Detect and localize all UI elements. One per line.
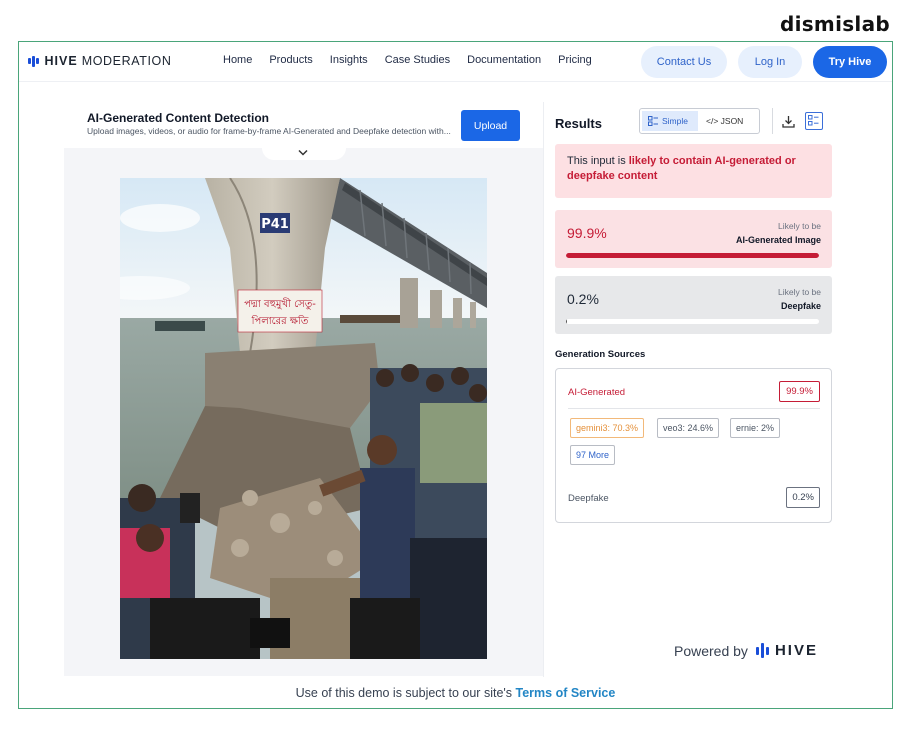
grid-glyph-icon: [808, 115, 819, 126]
layout-grid-icon[interactable]: [805, 112, 823, 130]
bridge-pillar-photo: P41 পদ্মা বহুমুখী সেতু- পিলারের ক্ষতি: [120, 178, 487, 659]
nav-documentation[interactable]: Documentation: [467, 54, 541, 66]
log-in-button[interactable]: Log In: [738, 46, 802, 78]
nav-insights[interactable]: Insights: [330, 54, 368, 66]
hive-logo-icon: [755, 643, 769, 658]
dismislab-watermark: dismislab: [779, 12, 890, 36]
hive-logo-icon: [28, 55, 39, 67]
sources-separator: [568, 408, 820, 409]
try-hive-button[interactable]: Try Hive: [813, 46, 887, 78]
uploaded-photo: P41 পদ্মা বহুমুখী সেতু- পিলারের ক্ষতি: [120, 178, 487, 659]
brand-logo[interactable]: HIVE MODERATION: [28, 54, 171, 68]
sources-deepfake-percent: 0.2%: [786, 487, 820, 508]
generation-sources-box: AI-Generated 99.9% gemini3: 70.3% veo3: …: [555, 368, 832, 523]
top-navbar: HIVE MODERATION Home Products Insights C…: [19, 42, 892, 82]
nav-case-studies[interactable]: Case Studies: [385, 54, 450, 66]
powered-by-hive: Powered by HIVE: [674, 642, 818, 659]
terms-footer: Use of this demo is subject to our site'…: [19, 686, 892, 700]
terms-of-service-link[interactable]: Terms of Service: [516, 686, 616, 700]
banner-text-line1: পদ্মা বহুমুখী সেতু-: [244, 297, 316, 310]
banner-text-line2: পিলারের ক্ষতি: [251, 315, 309, 327]
view-simple-tab[interactable]: Simple: [642, 111, 698, 131]
view-json-label: </> JSON: [706, 116, 744, 126]
detector-subtitle: Upload images, videos, or audio for fram…: [87, 126, 451, 136]
ai-score-percent: 99.9%: [567, 225, 607, 241]
contact-us-button[interactable]: Contact Us: [641, 46, 727, 78]
nav-pricing[interactable]: Pricing: [558, 54, 592, 66]
more-sources-button[interactable]: 97 More: [570, 445, 616, 465]
generation-sources-title: Generation Sources: [555, 349, 646, 360]
download-icon[interactable]: [782, 115, 795, 128]
sources-ai-percent: 99.9%: [779, 381, 820, 402]
pillar-code-text: P41: [261, 217, 289, 232]
view-simple-label: Simple: [662, 116, 688, 126]
footer-text: Use of this demo is subject to our site'…: [295, 686, 516, 700]
view-toggle: Simple </> JSON: [639, 108, 760, 134]
ai-score-label: AI-Generated Image: [735, 235, 821, 245]
verdict-alert: This input is likely to contain AI-gener…: [555, 144, 832, 198]
ai-score-likely: Likely to be: [778, 221, 821, 231]
sources-deepfake-label: Deepfake: [568, 493, 609, 504]
brand-name-bold: HIVE: [44, 54, 78, 68]
source-chip-ernie[interactable]: ernie: 2%: [730, 418, 781, 438]
brand-name-rest: MODERATION: [81, 54, 172, 68]
ai-generated-score-card: 99.9% Likely to be AI-Generated Image: [555, 210, 832, 268]
deepfake-score-bar-track: [566, 319, 819, 324]
deepfake-score-likely: Likely to be: [778, 287, 821, 297]
view-json-tab[interactable]: </> JSON: [700, 111, 749, 131]
source-chip-veo3[interactable]: veo3: 24.6%: [657, 418, 720, 438]
chevron-down-icon[interactable]: [297, 149, 309, 157]
deepfake-score-card: 0.2% Likely to be Deepfake: [555, 276, 832, 334]
deepfake-score-label: Deepfake: [780, 301, 821, 311]
main-nav: Home Products Insights Case Studies Docu…: [223, 54, 609, 66]
alert-prefix: This input is: [567, 155, 629, 167]
powered-by-text: Powered by: [674, 642, 748, 659]
sources-ai-label: AI-Generated: [568, 387, 626, 398]
nav-home[interactable]: Home: [223, 54, 252, 66]
upload-button[interactable]: Upload: [461, 110, 520, 141]
deepfake-score-percent: 0.2%: [567, 291, 599, 307]
toolbar-separator: [772, 108, 773, 134]
panel-divider: [543, 102, 544, 677]
results-title: Results: [555, 116, 602, 131]
powered-brand: HIVE: [774, 642, 818, 659]
browser-frame: HIVE MODERATION Home Products Insights C…: [18, 41, 893, 709]
nav-products[interactable]: Products: [269, 54, 312, 66]
list-icon: [648, 116, 658, 126]
ai-score-bar-track: [566, 253, 819, 258]
deepfake-score-bar-fill: [566, 319, 567, 324]
ai-score-bar-fill: [566, 253, 819, 258]
source-chip-gemini3[interactable]: gemini3: 70.3%: [570, 418, 645, 438]
detector-title: AI-Generated Content Detection: [87, 111, 270, 125]
